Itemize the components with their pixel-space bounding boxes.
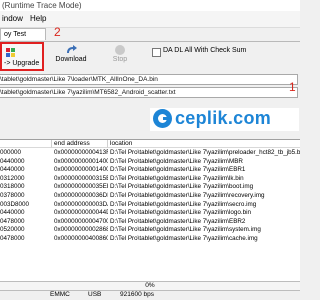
table-row[interactable]: 0478000 0x0000000040086093 D:\Tel Pro\ta… (0, 235, 300, 244)
status-storage-type: EMMC (50, 291, 70, 298)
location-cell: D:\Tel Pro\tablet\goldmaster\Like 7\yazi… (110, 226, 261, 234)
status-bar: EMMC USB 921600 bps (0, 290, 300, 300)
status-connection: USB (88, 291, 102, 298)
table-row[interactable]: 0478000 0x000000000047001FF D:\Tel Pro\t… (0, 218, 300, 227)
menu-window[interactable]: indow (2, 14, 23, 23)
end-address-cell: 0x000000000036DFFFF (54, 192, 108, 199)
header-begin-address[interactable] (0, 140, 52, 148)
begin-address-cell: 0440000 (0, 209, 25, 217)
header-end-address[interactable]: end address (52, 140, 108, 148)
download-arrow-icon (67, 45, 77, 53)
annotation-number-1: 1 (289, 80, 296, 94)
progress-percent: 0% (145, 282, 155, 289)
table-row[interactable]: 0312000 0x0000000000315B6F7 D:\Tel Pro\t… (0, 175, 300, 184)
table-row[interactable]: 0440000 0x000000000014001FF D:\Tel Pro\t… (0, 158, 300, 167)
ceplik-logo: ceplik.com (150, 108, 299, 131)
begin-address-cell: 0312000 (0, 174, 25, 182)
table-row[interactable]: 0440000 0x000000000014001FF D:\Tel Pro\t… (0, 166, 300, 175)
menu-bar: indow Help (0, 11, 300, 28)
logo-text: ceplik.com (175, 108, 272, 128)
tab-strip: oy Test 2 (0, 25, 300, 42)
toolbar: -> Upgrade Download Stop DA DL All With … (0, 42, 300, 72)
end-address-cell: 0x0000000000315B6F7 (54, 174, 108, 182)
begin-address-cell: 0520000 (0, 226, 25, 234)
end-address-cell: 0x0000000040086093 (54, 235, 108, 242)
end-address-cell: 0x000000000003DA0FFF (54, 200, 108, 208)
da-checksum-checkbox[interactable] (152, 48, 161, 57)
scatter-file-path-field[interactable]: \tablet\goldmaster\Like 7\yazilim\MT6582… (0, 87, 298, 98)
stop-button[interactable]: Stop (106, 42, 134, 71)
begin-address-cell: 0440000 (0, 166, 25, 174)
upgrade-icon (6, 48, 15, 57)
table-row[interactable]: 0520000 0x00000000002868F95F D:\Tel Pro\… (0, 226, 300, 235)
table-row[interactable]: 0378000 0x000000000036DFFFF D:\Tel Pro\t… (0, 192, 300, 201)
end-address-cell: 0x00000000002868F95F (54, 226, 108, 234)
stop-label: Stop (112, 56, 128, 63)
end-address-cell: 0x0000000000044DEC37 (54, 209, 108, 217)
location-cell: D:\Tel Pro\tablet\goldmaster\Like 7\yazi… (110, 166, 246, 174)
da-checksum-label: DA DL All With Check Sum (163, 47, 247, 54)
end-address-cell: 0x000000000014001FF (54, 157, 108, 165)
end-address-cell: 0x000000000047001FF (54, 217, 108, 225)
begin-address-cell: 0378000 (0, 192, 25, 199)
begin-address-cell: 000000 (0, 149, 22, 156)
location-cell: D:\Tel Pro\tablet\goldmaster\Like 7\yazi… (110, 200, 257, 208)
location-cell: D:\Tel Pro\tablet\goldmaster\Like 7\yazi… (110, 235, 258, 242)
status-baud-rate: 921600 bps (120, 291, 154, 298)
begin-address-cell: 0318000 (0, 183, 25, 191)
begin-address-cell: 003D8000 (0, 200, 30, 208)
partition-list: end address location 000000 0x0000000000… (0, 139, 300, 283)
end-address-cell: 0x0000000000413FF (54, 149, 108, 156)
location-cell: D:\Tel Pro\tablet\goldmaster\Like 7\yazi… (110, 157, 243, 165)
begin-address-cell: 0478000 (0, 217, 25, 225)
download-agent-path-field[interactable]: \tablet\goldmaster\Like 7\loader\MTK_All… (0, 74, 298, 85)
begin-address-cell: 0440000 (0, 157, 25, 165)
table-row[interactable]: 0440000 0x0000000000044DEC37 D:\Tel Pro\… (0, 209, 300, 218)
upgrade-label: -> Upgrade (4, 60, 40, 67)
download-label: Download (55, 56, 87, 63)
end-address-cell: 0x000000000035EFFFF (54, 183, 108, 191)
location-cell: D:\Tel Pro\tablet\goldmaster\Like 7\yazi… (110, 192, 265, 199)
location-cell: D:\Tel Pro\tablet\goldmaster\Like 7\yazi… (110, 183, 254, 191)
location-cell: D:\Tel Pro\tablet\goldmaster\Like 7\yazi… (110, 174, 244, 182)
menu-help[interactable]: Help (30, 14, 46, 23)
begin-address-cell: 0478000 (0, 235, 25, 242)
location-cell: D:\Tel Pro\tablet\goldmaster\Like 7\yazi… (110, 209, 252, 217)
download-button[interactable]: Download (53, 42, 89, 71)
window-title: (Runtime Trace Mode) (0, 0, 300, 11)
location-cell: D:\Tel Pro\tablet\goldmaster\Like 7\yazi… (110, 149, 300, 156)
end-address-cell: 0x000000000014001FF (54, 166, 108, 174)
ceplik-c-icon (153, 109, 172, 128)
annotation-number-2: 2 (54, 25, 61, 39)
table-row[interactable]: 000000 0x0000000000413FF D:\Tel Pro\tabl… (0, 149, 300, 158)
table-row[interactable]: 003D8000 0x000000000003DA0FFF D:\Tel Pro… (0, 201, 300, 210)
location-cell: D:\Tel Pro\tablet\goldmaster\Like 7\yazi… (110, 217, 246, 225)
tab-memory-test[interactable]: oy Test (0, 28, 46, 40)
table-row[interactable]: 0318000 0x000000000035EFFFF D:\Tel Pro\t… (0, 183, 300, 192)
stop-icon (115, 45, 125, 55)
upgrade-button[interactable]: -> Upgrade (0, 42, 44, 71)
header-location[interactable]: location (108, 140, 300, 148)
